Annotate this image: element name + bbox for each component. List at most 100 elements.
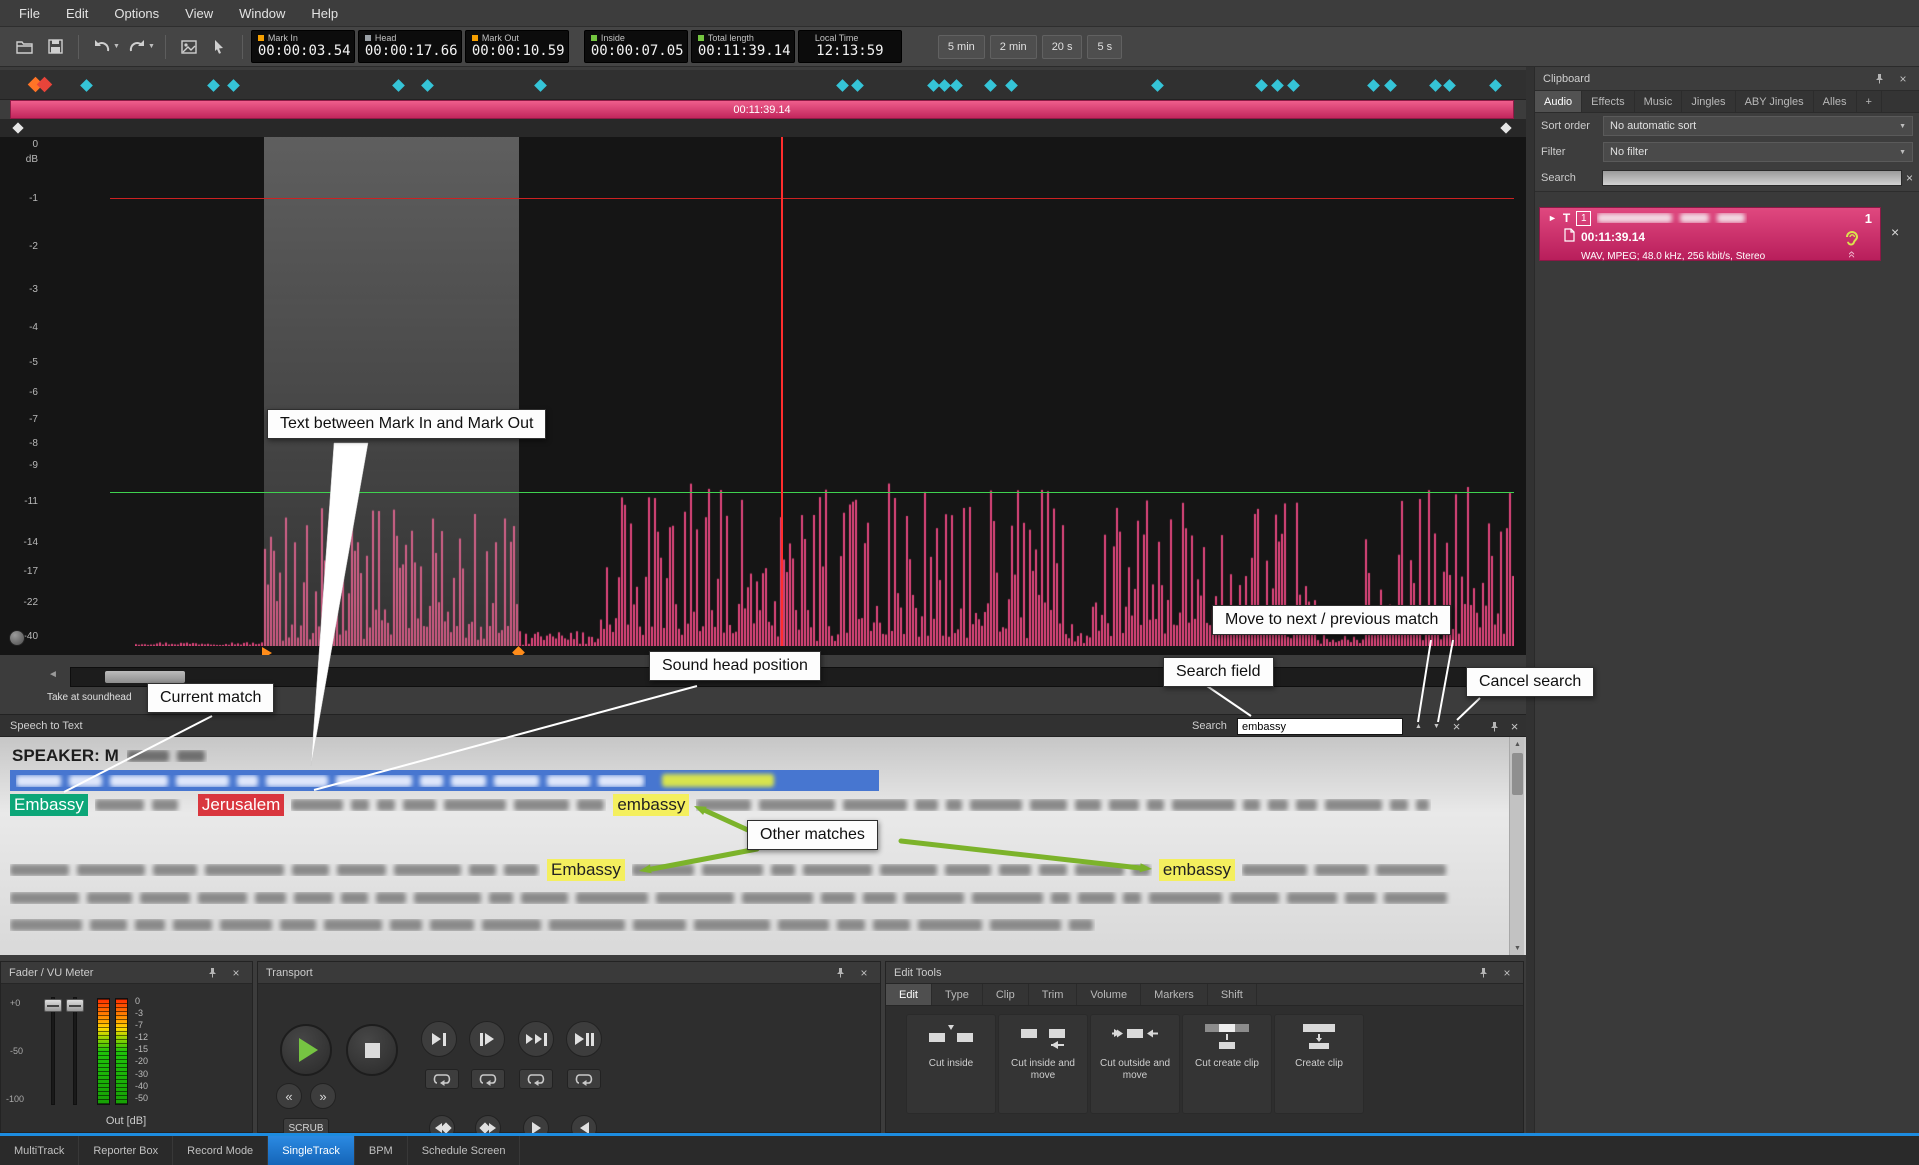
export-icon[interactable] <box>174 33 204 61</box>
timeline-marker-icon[interactable] <box>1367 79 1380 92</box>
undo-dropdown-icon[interactable]: ▼ <box>113 43 120 50</box>
mark-in-handle-icon[interactable] <box>262 647 272 655</box>
current-match-word[interactable]: Embassy <box>10 794 88 816</box>
mark-out-handle-icon[interactable] <box>512 646 525 655</box>
zoom-2min-button[interactable]: 2 min <box>990 35 1037 59</box>
timeline-marker-icon[interactable] <box>836 79 849 92</box>
timeline-marker-icon[interactable] <box>534 79 547 92</box>
clipboard-item[interactable]: ► T 1 1 00:11:39.14 WAV, MPEG; 48.0 kHz,… <box>1539 207 1881 261</box>
clear-search-icon[interactable]: × <box>1906 171 1913 185</box>
previous-match-icon[interactable]: ▲ <box>1410 718 1427 735</box>
loop-all-button[interactable] <box>425 1069 459 1089</box>
close-icon[interactable]: × <box>1895 71 1911 87</box>
tab-trim[interactable]: Trim <box>1029 984 1078 1005</box>
pin-icon[interactable] <box>204 965 220 981</box>
cut-outside-move-button[interactable]: Cut outside and move <box>1090 1014 1180 1114</box>
pin-icon[interactable] <box>1486 718 1503 735</box>
tab-aby-jingles[interactable]: ABY Jingles <box>1736 91 1814 112</box>
fader-knob[interactable] <box>66 999 84 1012</box>
other-match-word[interactable]: embassy <box>1159 859 1235 881</box>
remove-item-icon[interactable]: × <box>1891 224 1899 240</box>
cut-inside-move-button[interactable]: Cut inside and move <box>998 1014 1088 1114</box>
forward-button[interactable]: » <box>310 1083 336 1109</box>
waveform-area[interactable]: 0-1-2-3-4-5-6-7-8-9-11-14-17-22-40dB <box>0 137 1526 655</box>
close-icon[interactable]: × <box>228 965 244 981</box>
loop-before-button[interactable] <box>519 1069 553 1089</box>
timeline-marker-icon[interactable] <box>1005 79 1018 92</box>
zoom-5s-button[interactable]: 5 s <box>1087 35 1122 59</box>
tab-effects[interactable]: Effects <box>1582 91 1634 112</box>
loop-after-button[interactable] <box>567 1069 601 1089</box>
other-match-word[interactable]: Embassy <box>547 859 625 881</box>
close-icon[interactable]: × <box>856 965 872 981</box>
stop-button[interactable] <box>346 1024 398 1076</box>
scroll-left-icon[interactable]: ◄ <box>48 669 58 680</box>
menu-file[interactable]: File <box>6 0 53 26</box>
cancel-search-icon[interactable]: × <box>1448 718 1465 735</box>
clipboard-list[interactable]: ► T 1 1 00:11:39.14 WAV, MPEG; 48.0 kHz,… <box>1535 191 1919 1133</box>
taskbar-bpm[interactable]: BPM <box>355 1136 408 1165</box>
filter-dropdown[interactable]: No filter ▼ <box>1603 142 1913 162</box>
tab-audio[interactable]: Audio <box>1535 91 1582 112</box>
timeline-marker-icon[interactable] <box>851 79 864 92</box>
other-match-word[interactable]: embassy <box>613 794 689 816</box>
tab-music[interactable]: Music <box>1635 91 1683 112</box>
pin-icon[interactable] <box>1871 71 1887 87</box>
play-pause-button[interactable] <box>566 1021 602 1057</box>
scrollbar-thumb[interactable] <box>1512 753 1523 795</box>
tab-shift[interactable]: Shift <box>1208 984 1257 1005</box>
cut-inside-button[interactable]: Cut inside <box>906 1014 996 1114</box>
play-to-mark-button[interactable] <box>421 1021 457 1057</box>
tab-markers[interactable]: Markers <box>1141 984 1208 1005</box>
zoom-20s-button[interactable]: 20 s <box>1042 35 1083 59</box>
menu-view[interactable]: View <box>172 0 226 26</box>
pin-icon[interactable] <box>1475 965 1491 981</box>
mark-selection-overlay[interactable] <box>264 137 519 646</box>
close-icon[interactable]: × <box>1499 965 1515 981</box>
timeline-marker-icon[interactable] <box>80 79 93 92</box>
sort-order-dropdown[interactable]: No automatic sort ▼ <box>1603 116 1913 136</box>
range-handle-left-icon[interactable] <box>12 122 23 133</box>
scroll-down-icon[interactable]: ▼ <box>1510 941 1525 955</box>
play-to-end-button[interactable] <box>518 1021 554 1057</box>
item-play-icon[interactable]: ► <box>1548 213 1557 223</box>
overview-progress-bar[interactable]: 00:11:39.14 <box>10 100 1514 119</box>
menu-window[interactable]: Window <box>226 0 298 26</box>
timeline-marker-icon[interactable] <box>1255 79 1268 92</box>
negative-match-word[interactable]: Jerusalem <box>198 794 284 816</box>
cut-create-clip-button[interactable]: Cut create clip <box>1182 1014 1272 1114</box>
timeline-marker-icon[interactable] <box>1429 79 1442 92</box>
redo-dropdown-icon[interactable]: ▼ <box>148 43 155 50</box>
taskbar-schedule-screen[interactable]: Schedule Screen <box>408 1136 521 1165</box>
timeline-marker-icon[interactable] <box>1489 79 1502 92</box>
selector-tool-icon[interactable] <box>204 33 234 61</box>
pin-icon[interactable] <box>832 965 848 981</box>
corner-knob-icon[interactable] <box>9 630 25 646</box>
timeline-marker-icon[interactable] <box>392 79 405 92</box>
timeline-marker-icon[interactable] <box>938 79 951 92</box>
speech-scrollbar[interactable]: ▲ ▼ <box>1509 737 1524 955</box>
open-folder-icon[interactable] <box>10 33 40 61</box>
timeline-marker-icon[interactable] <box>1287 79 1300 92</box>
timeline-marker-icon[interactable] <box>984 79 997 92</box>
timeline-marker-icon[interactable] <box>1271 79 1284 92</box>
rewind-button[interactable]: « <box>276 1083 302 1109</box>
sound-head-cursor[interactable] <box>781 137 783 646</box>
timeline-marker-icon[interactable] <box>421 79 434 92</box>
timeline-marker-icon[interactable] <box>207 79 220 92</box>
save-icon[interactable] <box>40 33 70 61</box>
play-button[interactable] <box>280 1024 332 1076</box>
range-handle-right-icon[interactable] <box>1500 122 1511 133</box>
taskbar-record-mode[interactable]: Record Mode <box>173 1136 268 1165</box>
loop-selection-button[interactable] <box>471 1069 505 1089</box>
menu-edit[interactable]: Edit <box>53 0 101 26</box>
tab-volume[interactable]: Volume <box>1077 984 1141 1005</box>
fader-track[interactable] <box>51 997 55 1105</box>
speech-search-input[interactable] <box>1237 718 1403 735</box>
collapse-item-icon[interactable]: « <box>1845 251 1860 258</box>
timeline-marker-strip[interactable] <box>0 70 1526 100</box>
timeline-marker-icon[interactable] <box>1443 79 1456 92</box>
next-match-icon[interactable]: ▼ <box>1428 718 1445 735</box>
clipboard-search-input[interactable] <box>1602 170 1902 186</box>
timeline-marker-icon[interactable] <box>950 79 963 92</box>
